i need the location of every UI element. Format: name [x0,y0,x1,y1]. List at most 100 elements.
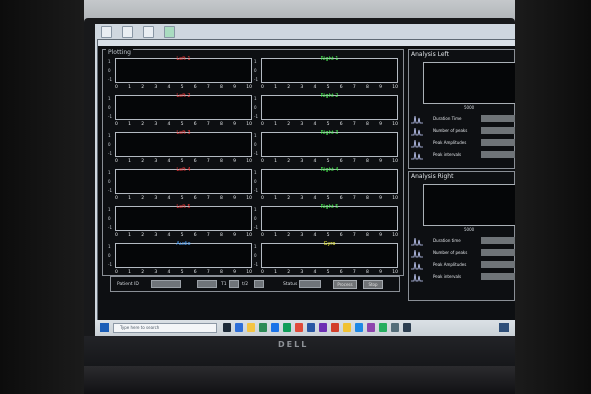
x-tick-label: 8 [366,196,369,201]
analysis-right-metric-value-field [481,249,515,256]
x-tick-label: 4 [167,196,171,201]
right-letterbox [515,0,591,394]
left-plot-6: Audio 1 0 -1 [108,242,252,268]
right-plot-title: Right 4 [320,167,339,173]
x-tick-label: 6 [193,196,197,201]
right-plot-x-axis: 0 1 2 3 4 5 6 7 8 9 10 [261,159,398,167]
x-tick-label: 2 [287,85,291,90]
taskbar-app-icon[interactable] [391,323,399,332]
x-tick-label: 9 [233,122,236,127]
x-tick-label: 3 [300,196,304,201]
app-window: Plotting Left 1 1 0 -1 0 1 2 3 4 5 6 7 8 9 10 Left 210-… [98,40,515,320]
x-tick-label: 3 [154,233,158,238]
desktop-file-icon[interactable] [143,26,154,38]
x-tick-label: 5 [326,85,330,90]
analysis-left-x-label: 5000 [464,105,475,110]
y-tick-label: 0 [108,105,111,110]
desktop-file-icon[interactable] [122,26,133,38]
taskbar-app-icon[interactable] [379,323,387,332]
x-tick-label: 2 [287,159,291,164]
x-tick-label: 8 [366,122,369,127]
y-tick-label: 1 [254,59,257,64]
y-tick-label: 1 [108,133,111,138]
system-tray-icon[interactable] [499,323,509,332]
x-tick-label: 5 [326,233,330,238]
x-tick-label: 8 [366,159,369,164]
taskbar-app-icon[interactable] [235,323,243,332]
y-tick-label: -1 [254,225,258,230]
x-tick-label: 8 [220,159,223,164]
taskbar-app-icon[interactable] [283,323,291,332]
y-tick-label: 1 [254,207,257,212]
process-button[interactable]: Process [333,280,357,289]
taskbar-app-icon[interactable] [271,323,279,332]
x-tick-label: 0 [115,196,118,201]
x-tick-label: 2 [141,85,145,90]
desktop-app-icon[interactable] [164,26,175,38]
right-plot-4: Right 4 1 0 -1 [254,167,398,194]
taskbar-app-icon[interactable] [247,323,255,332]
taskbar-app-icon[interactable] [259,323,267,332]
y-tick-label: -1 [108,225,112,230]
t1-field[interactable] [229,280,239,288]
x-tick-label: 9 [379,85,382,90]
taskbar-app-icon[interactable] [319,323,327,332]
t2-field[interactable] [254,280,264,288]
y-tick-label: -1 [254,114,258,119]
x-tick-label: 6 [339,85,343,90]
x-tick-label: 9 [233,159,236,164]
right-plot-x-axis: 0 1 2 3 4 5 6 7 8 9 10 [261,196,398,204]
y-tick-label: 1 [108,207,111,212]
analysis-left-metric-row: Number of peaks [411,126,515,136]
x-tick-label: 2 [287,196,291,201]
plotting-panel: Plotting Left 1 1 0 -1 0 1 2 3 4 5 6 7 8 9 10 Left 210-… [102,49,404,276]
patient-control-bar: Patient ID T1 t/2 Status Process Stop [110,276,400,292]
taskbar-app-icon[interactable] [343,323,351,332]
taskbar-app-icon[interactable] [307,323,315,332]
t2-label: t/2 [242,282,249,287]
right-plot-title: Right 5 [320,204,339,210]
taskbar-app-icon[interactable] [355,323,363,332]
x-tick-label: 6 [193,233,197,238]
x-tick-label: 0 [261,233,264,238]
taskbar-app-icon[interactable] [295,323,303,332]
taskbar-app-icon[interactable] [223,323,231,332]
taskbar-app-icon[interactable] [403,323,411,332]
right-plot-x-axis: 0 1 2 3 4 5 6 7 8 9 10 [261,122,398,130]
left-plot-x-axis: 0 1 2 3 4 5 6 7 8 9 10 [115,159,252,167]
patient-id-field[interactable] [151,280,181,288]
left-plot-1: Left 1 1 0 -1 [108,57,252,83]
x-tick-label: 9 [379,122,382,127]
y-tick-label: 1 [254,96,257,101]
y-tick-label: 0 [108,68,111,73]
x-tick-label: 2 [141,122,145,127]
desktop-file-icon[interactable] [101,26,112,38]
x-tick-label: 4 [313,85,317,90]
analysis-left-metric-value-field [481,139,515,146]
taskbar-search-input[interactable]: Type here to search [113,323,217,333]
y-tick-label: 1 [108,59,111,64]
waveform-thumbnail-icon [411,273,423,282]
x-tick-label: 5 [180,122,184,127]
analysis-left-metric-row: Peak Amplitudes [411,138,515,148]
windows-start-icon[interactable] [100,323,109,332]
taskbar-app-icon[interactable] [331,323,339,332]
x-tick-label: 1 [128,196,131,201]
x-tick-label: 4 [313,122,317,127]
desktop-icons [101,26,175,40]
x-tick-label: 0 [115,122,118,127]
x-tick-label: 4 [167,85,171,90]
y-tick-label: 0 [108,179,111,184]
waveform-thumbnail-icon [411,115,423,124]
y-tick-label: 0 [254,68,257,73]
laptop-base [84,366,515,394]
x-tick-label: 1 [274,85,277,90]
taskbar-app-icon[interactable] [367,323,375,332]
extra-field[interactable] [197,280,217,288]
x-tick-label: 10 [246,196,252,201]
taskbar-apps [223,323,411,332]
x-tick-label: 5 [326,159,330,164]
window-titlebar [98,40,515,46]
stop-button[interactable]: Stop [363,280,383,289]
x-tick-label: 6 [193,85,197,90]
